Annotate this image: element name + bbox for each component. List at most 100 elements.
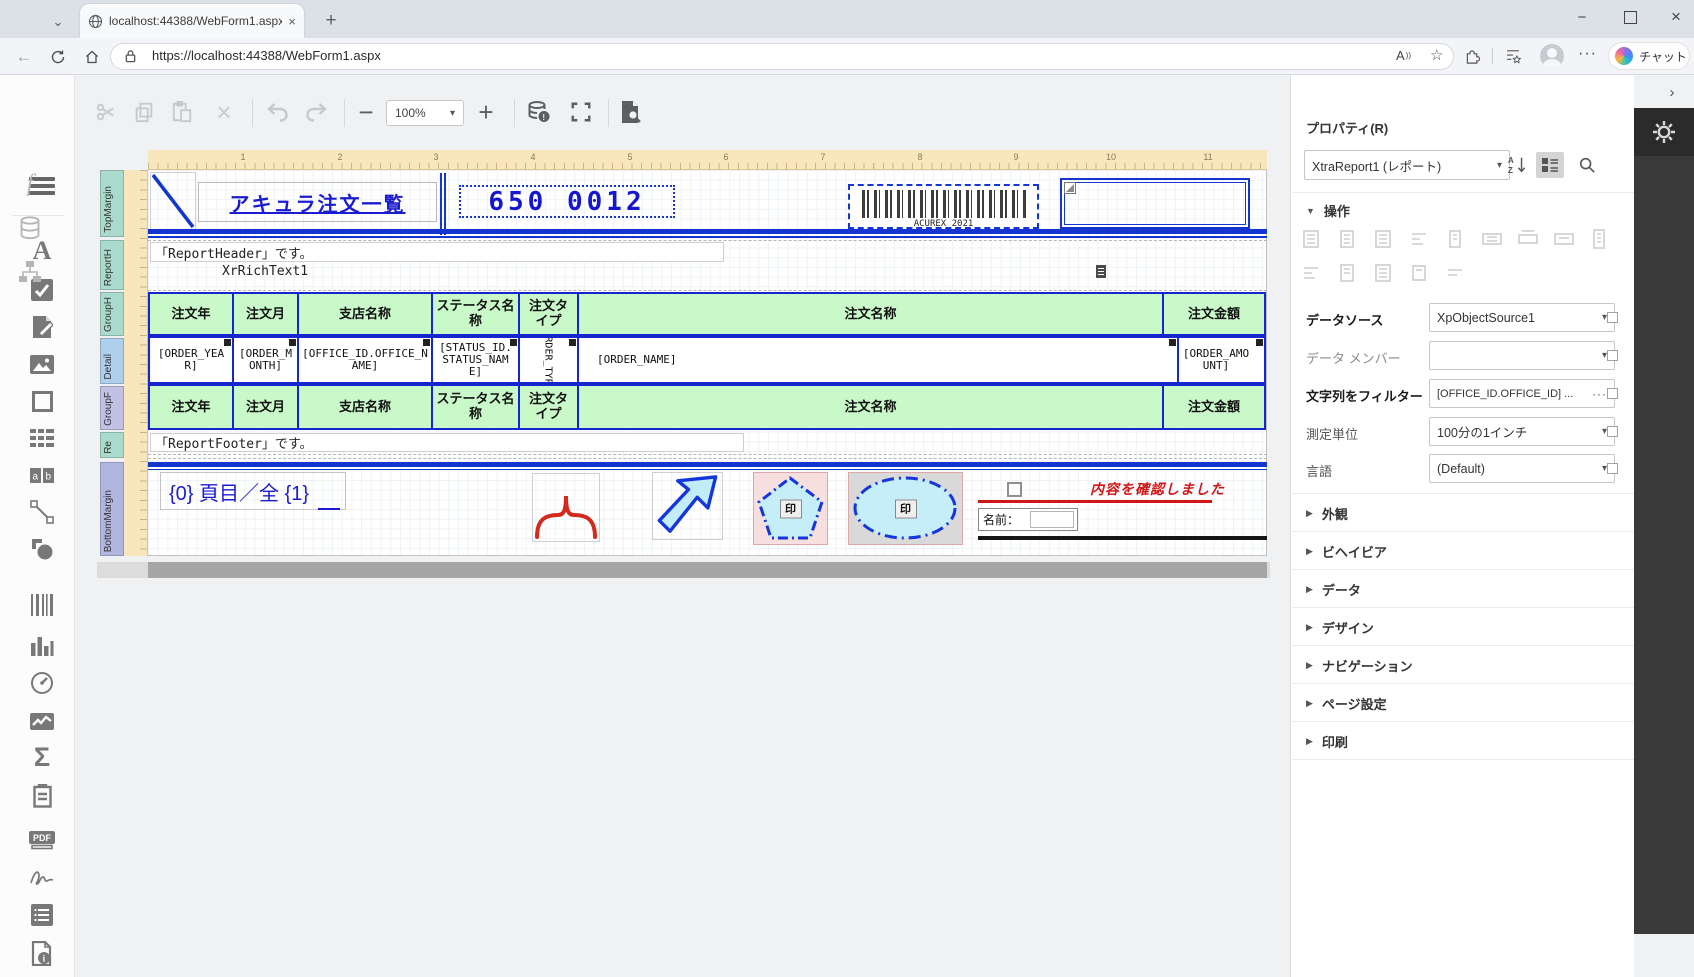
field-cell[interactable]: [STATUS_ID.STATUS_NAME] xyxy=(433,338,520,382)
copy-icon[interactable] xyxy=(130,98,158,126)
read-aloud-icon[interactable]: A)) xyxy=(1396,48,1411,63)
align-icon[interactable] xyxy=(1373,228,1393,250)
extensions-icon[interactable] xyxy=(1464,47,1481,64)
size-icon[interactable] xyxy=(1481,228,1503,250)
footer-cell[interactable]: ステータス名称 xyxy=(433,386,520,428)
richtext-tool-icon[interactable] xyxy=(26,311,58,343)
tab-close-icon[interactable]: × xyxy=(288,14,296,29)
collapse-panel-chevron-icon[interactable]: › xyxy=(1662,82,1682,102)
page-info-element[interactable]: {0} 頁目／全 {1} xyxy=(160,472,346,510)
zoom-out-icon[interactable]: − xyxy=(352,98,380,126)
table-tool-icon[interactable] xyxy=(26,422,58,454)
band-tab-report-header[interactable]: ReportH xyxy=(100,240,124,290)
band-tab-group-footer[interactable]: GroupF xyxy=(100,386,124,430)
footer-cell[interactable]: 注文月 xyxy=(234,386,299,428)
window-close-button[interactable]: × xyxy=(1654,2,1694,32)
refresh-icon[interactable] xyxy=(46,46,70,68)
stamp-ellipse-element[interactable]: 印 xyxy=(848,472,963,545)
band-tab-detail[interactable]: Detail xyxy=(100,338,124,384)
datamember-dropdown[interactable]: ▾ xyxy=(1429,341,1615,370)
favorites-hub-icon[interactable] xyxy=(1504,47,1522,64)
footer-cell[interactable]: 注文名称 xyxy=(579,386,1164,428)
tab-search-chevron-icon[interactable]: ⌄ xyxy=(44,10,72,34)
redo-icon[interactable] xyxy=(302,98,332,126)
picture-tool-icon[interactable] xyxy=(26,348,58,380)
header-cell[interactable]: 注文月 xyxy=(234,294,299,334)
favorite-star-icon[interactable]: ☆ xyxy=(1430,46,1443,64)
red-line-element[interactable] xyxy=(978,500,1212,503)
chart-tool-icon[interactable] xyxy=(26,629,58,661)
sparkline-tool-icon[interactable] xyxy=(26,705,58,737)
property-marker[interactable] xyxy=(1607,463,1618,474)
table-of-contents-tool-icon[interactable] xyxy=(26,899,58,931)
vertical-line-element[interactable] xyxy=(440,173,446,235)
selection-handle[interactable] xyxy=(1169,339,1176,346)
page-break-tool-icon[interactable] xyxy=(26,780,58,812)
selection-handle[interactable] xyxy=(1064,182,1076,194)
report-footer-label[interactable]: 「ReportFooter」です。 xyxy=(150,433,744,452)
zoom-level-select[interactable]: 100% ▾ xyxy=(386,100,464,126)
property-marker[interactable] xyxy=(1607,350,1618,361)
section-behavior[interactable]: ▶ビヘイビア xyxy=(1290,531,1650,570)
measure-units-dropdown[interactable]: 100分の1インチ▾ xyxy=(1429,417,1615,446)
arrow-shape-element[interactable] xyxy=(652,472,723,540)
category-view-icon[interactable] xyxy=(1536,152,1564,178)
header-cell[interactable]: 注文年 xyxy=(150,294,234,334)
order-icon[interactable] xyxy=(1409,262,1429,284)
barcode-tool-icon[interactable] xyxy=(26,589,58,621)
selection-handle[interactable] xyxy=(224,339,231,346)
header-cell[interactable]: ステータス名称 xyxy=(433,294,520,334)
language-dropdown[interactable]: (Default)▾ xyxy=(1429,454,1615,483)
section-appearance[interactable]: ▶外観 xyxy=(1290,493,1650,532)
new-tab-button[interactable]: + xyxy=(318,8,344,34)
report-title-label[interactable]: アキュラ注文一覧 xyxy=(198,182,437,222)
back-icon[interactable]: ← xyxy=(12,46,36,68)
expressions-strip-button[interactable]: f xyxy=(0,162,60,206)
search-icon[interactable] xyxy=(1574,152,1600,178)
undo-icon[interactable] xyxy=(262,98,292,126)
signature-tool-icon[interactable] xyxy=(26,861,58,893)
paste-icon[interactable] xyxy=(168,98,196,126)
richtext-element[interactable]: XrRichText1 xyxy=(222,264,308,279)
pdf-content-tool-icon[interactable]: PDF xyxy=(26,823,58,855)
footer-cell[interactable]: 支店名称 xyxy=(299,386,433,428)
browser-tab[interactable]: localhost:44388/WebForm1.aspx × xyxy=(80,4,304,38)
operations-section-header[interactable]: ▼ 操作 xyxy=(1306,201,1350,220)
shape-tool-icon[interactable] xyxy=(26,533,58,565)
cut-icon[interactable] xyxy=(92,98,120,126)
header-cell[interactable]: 注文金額 xyxy=(1164,294,1264,334)
property-marker[interactable] xyxy=(1607,388,1618,399)
group-footer-row[interactable]: 注文年 注文月 支店名称 ステータス名称 注文タイプ 注文名称 注文金額 xyxy=(148,384,1266,430)
fullscreen-icon[interactable] xyxy=(566,98,596,126)
report-header-label[interactable]: 「ReportHeader」です。 xyxy=(150,242,724,262)
filter-string-field[interactable]: [OFFICE_ID.OFFICE_ID] ... ··· xyxy=(1429,379,1615,408)
field-cell[interactable]: [ORDER_AMOUNT] xyxy=(1179,338,1264,382)
ellipsis-button[interactable]: ··· xyxy=(1592,387,1607,401)
align-icon[interactable] xyxy=(1301,228,1321,250)
horizontal-scrollbar-thumb[interactable] xyxy=(148,562,1267,578)
footer-cell[interactable]: 注文金額 xyxy=(1164,386,1264,428)
character-comb-tool-icon[interactable]: ab xyxy=(26,459,58,491)
name-field-element[interactable]: 名前： xyxy=(978,508,1078,531)
window-minimize-button[interactable]: − xyxy=(1560,2,1604,32)
home-icon[interactable] xyxy=(80,46,104,68)
line-tool-icon[interactable] xyxy=(26,496,58,528)
properties-strip-button[interactable] xyxy=(1634,108,1694,156)
barcode-element[interactable]: ACUREX 2021 xyxy=(848,184,1039,229)
align-icon[interactable] xyxy=(1409,228,1429,250)
brace-shape-element[interactable] xyxy=(532,473,600,542)
selection-handle[interactable] xyxy=(569,339,576,346)
copilot-chat-button[interactable]: チャット xyxy=(1608,42,1690,70)
order-icon[interactable] xyxy=(1337,262,1357,284)
property-marker[interactable] xyxy=(1607,426,1618,437)
field-list-strip-button[interactable] xyxy=(0,206,60,250)
summary-tool-icon[interactable]: Σ xyxy=(26,741,58,773)
size-icon[interactable] xyxy=(1517,228,1539,250)
document-info-tool-icon[interactable]: i xyxy=(26,937,58,969)
name-input-box[interactable] xyxy=(1030,511,1074,528)
zoom-in-icon[interactable]: + xyxy=(472,98,500,126)
group-header-row[interactable]: 注文年 注文月 支店名称 ステータス名称 注文タイプ 注文名称 注文金額 xyxy=(148,292,1266,336)
field-cell[interactable]: [ORDER_MONTH] xyxy=(234,338,299,382)
section-print[interactable]: ▶印刷 xyxy=(1290,721,1650,760)
band-tab-top-margin[interactable]: TopMargin xyxy=(100,170,124,237)
